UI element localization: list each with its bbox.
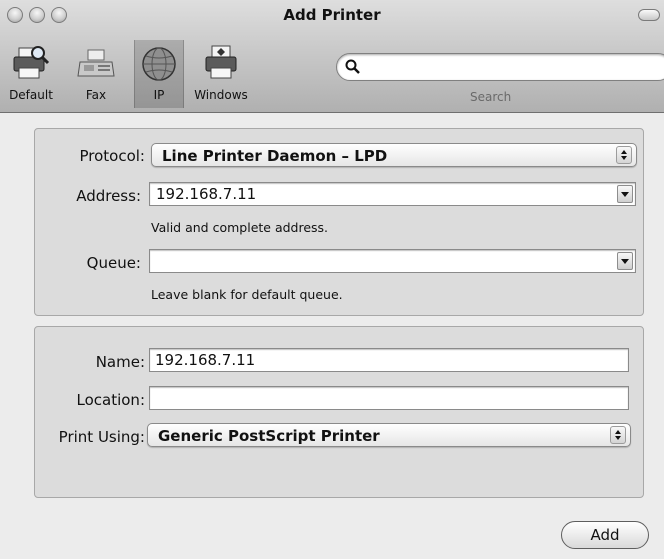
toolbar-fax-button[interactable]: Fax xyxy=(70,44,122,106)
toolbar-ip-button[interactable]: IP xyxy=(134,40,184,108)
search-label: Search xyxy=(470,90,512,104)
name-field[interactable]: 192.168.7.11 xyxy=(149,348,629,372)
search-field[interactable] xyxy=(336,53,664,81)
toolbar-fax-label: Fax xyxy=(85,88,107,102)
queue-label: Queue: xyxy=(86,254,141,272)
chevron-down-icon[interactable] xyxy=(617,185,633,203)
globe-icon xyxy=(142,47,176,81)
print-using-popup[interactable]: Generic PostScript Printer xyxy=(147,423,631,447)
toolbar-windows-button[interactable]: Windows xyxy=(190,44,252,106)
address-hint: Valid and complete address. xyxy=(151,220,329,235)
location-label: Location: xyxy=(76,391,146,409)
chevron-down-icon[interactable] xyxy=(617,252,633,270)
search-input[interactable] xyxy=(363,57,657,79)
toolbar-default-label: Default xyxy=(9,88,53,102)
print-using-value: Generic PostScript Printer xyxy=(158,427,380,445)
toolbar-default-button[interactable]: Default xyxy=(0,44,62,106)
address-value: 192.168.7.11 xyxy=(156,185,257,203)
name-value: 192.168.7.11 xyxy=(155,351,256,369)
printer-default-icon xyxy=(13,46,50,79)
toolbar-windows-label: Windows xyxy=(194,88,248,102)
popup-arrows-icon xyxy=(616,146,632,164)
toolbar-toggle-button[interactable] xyxy=(638,9,660,21)
protocol-popup[interactable]: Line Printer Daemon – LPD xyxy=(151,143,637,167)
print-using-label: Print Using: xyxy=(58,428,145,446)
protocol-label: Protocol: xyxy=(79,147,145,165)
printer-details-group: Name: 192.168.7.11 Location: Print Using… xyxy=(34,326,644,498)
location-field[interactable] xyxy=(149,386,629,410)
address-label: Address: xyxy=(76,187,141,205)
fax-icon xyxy=(77,49,115,77)
address-combo[interactable]: 192.168.7.11 xyxy=(149,182,636,206)
popup-arrows-icon xyxy=(610,426,626,444)
protocol-value: Line Printer Daemon – LPD xyxy=(162,147,388,165)
add-button[interactable]: Add xyxy=(561,521,649,549)
queue-combo[interactable] xyxy=(149,249,636,273)
window-title: Add Printer xyxy=(283,6,381,24)
queue-hint: Leave blank for default queue. xyxy=(151,287,343,302)
connection-group: Protocol: Line Printer Daemon – LPD Addr… xyxy=(34,128,644,316)
name-label: Name: xyxy=(95,353,145,371)
windows-printer-icon xyxy=(205,45,237,79)
title-bar: Add Printer Default Fax IP Windows Searc… xyxy=(0,0,664,113)
toolbar-ip-label: IP xyxy=(153,88,165,102)
search-icon xyxy=(345,59,360,74)
add-printer-window: Add Printer Default Fax IP Windows Searc… xyxy=(0,0,664,559)
